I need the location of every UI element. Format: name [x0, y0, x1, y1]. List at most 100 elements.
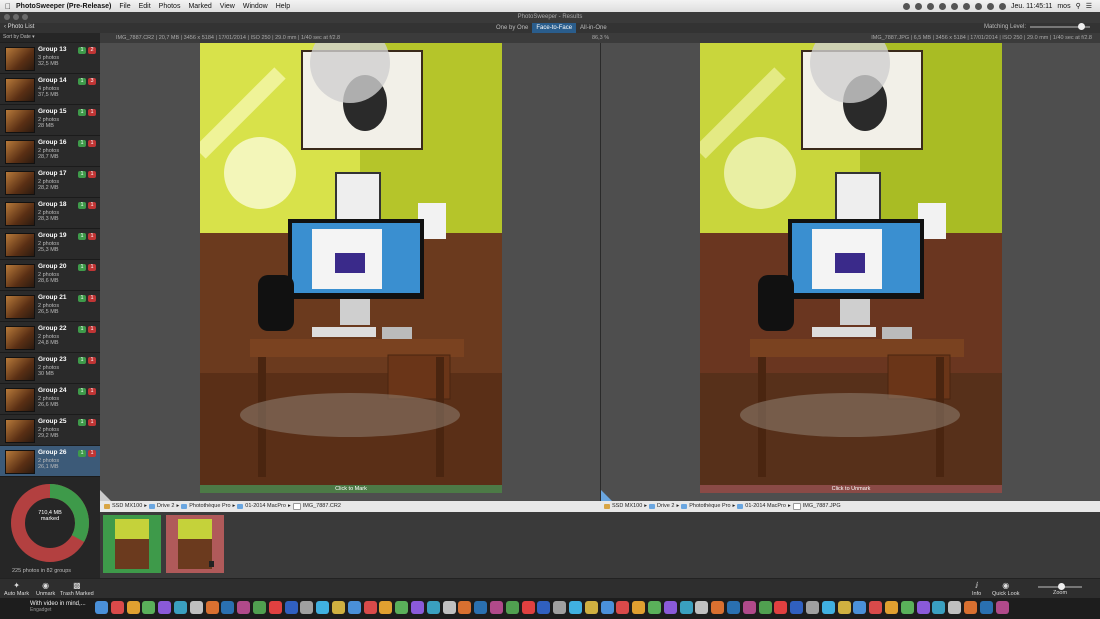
dock-app-icon[interactable] — [110, 601, 124, 614]
dock-app-icon[interactable] — [395, 601, 409, 614]
path-item[interactable]: 01-2014 MacPro — [745, 501, 786, 512]
notification-banner[interactable]: With video in mind,... Engadget — [30, 601, 86, 613]
sort-by-dropdown[interactable]: Sort by Date ▾ — [0, 33, 100, 43]
corner-handle-icon[interactable] — [601, 490, 612, 501]
dock-app-icon[interactable] — [916, 601, 930, 614]
path-item[interactable]: Photothèque Pro — [689, 501, 730, 512]
group-row[interactable]: Group 14 4 photos 37,5 MB 1 3 — [0, 74, 100, 105]
click-to-mark-button[interactable]: Click to Mark — [200, 485, 502, 493]
info-button[interactable]: ⅈ Info — [972, 581, 981, 597]
dock-app-icon[interactable] — [379, 601, 393, 614]
dock-app-icon[interactable] — [474, 601, 488, 614]
zoom-window-button[interactable] — [22, 14, 28, 20]
wifi-icon[interactable] — [974, 2, 982, 10]
click-to-unmark-button[interactable]: Click to Unmark — [700, 485, 1002, 493]
dock-app-icon[interactable] — [600, 601, 614, 614]
photo-list-back-button[interactable]: ‹ Photo List — [4, 24, 34, 30]
dock-app-icon[interactable] — [632, 601, 646, 614]
zoom-slider[interactable] — [1038, 583, 1082, 590]
dock-app-icon[interactable] — [979, 601, 993, 614]
right-photo-pane[interactable]: Click to Unmark — [601, 43, 1100, 501]
menu-photos[interactable]: Photos — [159, 3, 181, 10]
mode-one-by-one[interactable]: One by One — [492, 23, 532, 33]
dock-app-icon[interactable] — [679, 601, 693, 614]
trash-marked-button[interactable]: ▩ Trash Marked — [60, 581, 94, 597]
minimize-window-button[interactable] — [13, 14, 19, 20]
group-row[interactable]: Group 26 2 photos 26,1 MB 1 1 — [0, 446, 100, 477]
group-row[interactable]: Group 21 2 photos 26,5 MB 1 1 — [0, 291, 100, 322]
list-icon[interactable]: ☰ — [1086, 2, 1092, 10]
dock-app-icon[interactable] — [284, 601, 298, 614]
dock-app-icon[interactable] — [268, 601, 282, 614]
slider-knob[interactable] — [1078, 23, 1085, 30]
dock-app-icon[interactable] — [995, 601, 1009, 614]
dock-app-icon[interactable] — [948, 601, 962, 614]
dock-app-icon[interactable] — [332, 601, 345, 614]
dock-app-icon[interactable] — [900, 601, 914, 614]
group-row[interactable]: Group 17 2 photos 28,2 MB 1 1 — [0, 167, 100, 198]
dock-app-icon[interactable] — [616, 601, 630, 614]
dock-app-icon[interactable] — [790, 601, 804, 614]
menu-edit[interactable]: Edit — [139, 3, 151, 10]
filmstrip-thumbnail[interactable] — [166, 515, 224, 573]
dock-app-icon[interactable] — [853, 601, 867, 614]
dock-app-icon[interactable] — [742, 601, 756, 614]
filmstrip-thumbnail[interactable] — [103, 515, 161, 573]
search-icon[interactable]: ⚲ — [1076, 2, 1081, 10]
dock-app-icon[interactable] — [806, 601, 819, 614]
dock-app-icon[interactable] — [347, 601, 361, 614]
dock-app-icon[interactable] — [569, 601, 582, 614]
dock-app-icon[interactable] — [869, 601, 883, 614]
dock-app-icon[interactable] — [553, 601, 567, 614]
dock-app-icon[interactable] — [95, 601, 108, 614]
dock-app-icon[interactable] — [821, 601, 835, 614]
mode-all-in-one[interactable]: All-in-One — [576, 23, 611, 33]
tray-icon[interactable] — [938, 2, 946, 10]
auto-mark-button[interactable]: ✦ Auto Mark — [4, 581, 29, 597]
dock-app-icon[interactable] — [648, 601, 661, 614]
path-item[interactable]: SSD MX100 — [612, 501, 642, 512]
volume-icon[interactable] — [986, 2, 994, 10]
right-photo[interactable]: Click to Unmark — [700, 43, 1002, 493]
dock-app-icon[interactable] — [142, 601, 156, 614]
tray-icon[interactable] — [914, 2, 922, 10]
group-row[interactable]: Group 19 2 photos 25,3 MB 1 1 — [0, 229, 100, 260]
dock-app-icon[interactable] — [537, 601, 551, 614]
corner-handle-icon[interactable] — [100, 490, 111, 501]
dock-app-icon[interactable] — [174, 601, 187, 614]
path-item[interactable]: 01-2014 MacPro — [245, 501, 286, 512]
matching-level-slider[interactable] — [1030, 23, 1090, 30]
dock-app-icon[interactable] — [442, 601, 456, 614]
dock-app-icon[interactable] — [774, 601, 788, 614]
menu-marked[interactable]: Marked — [188, 3, 211, 10]
group-row[interactable]: Group 22 2 photos 24,8 MB 1 1 — [0, 322, 100, 353]
dock-app-icon[interactable] — [221, 601, 235, 614]
dock-app-icon[interactable] — [189, 601, 203, 614]
dock-app-icon[interactable] — [505, 601, 519, 614]
tray-icon[interactable] — [902, 2, 910, 10]
battery-icon[interactable] — [998, 2, 1006, 10]
dock-app-icon[interactable] — [300, 601, 314, 614]
dock-app-icon[interactable] — [458, 601, 472, 614]
dock-app-icon[interactable] — [964, 601, 977, 614]
dock-app-icon[interactable] — [126, 601, 140, 614]
left-photo[interactable]: Click to Mark — [200, 43, 502, 493]
group-row[interactable]: Group 23 2 photos 30 MB 1 1 — [0, 353, 100, 384]
close-window-button[interactable] — [4, 14, 10, 20]
dock-app-icon[interactable] — [205, 601, 219, 614]
dock-app-icon[interactable] — [663, 601, 677, 614]
tray-icon[interactable] — [950, 2, 958, 10]
dock-app-icon[interactable] — [490, 601, 503, 614]
dock-app-icon[interactable] — [727, 601, 740, 614]
unmark-button[interactable]: ◉ Unmark — [36, 581, 55, 597]
group-row[interactable]: Group 15 2 photos 28 MB 1 1 — [0, 105, 100, 136]
group-row[interactable]: Group 24 2 photos 26,6 MB 1 1 — [0, 384, 100, 415]
path-item[interactable]: SSD MX100 — [112, 501, 142, 512]
dock-app-icon[interactable] — [316, 601, 330, 614]
menu-window[interactable]: Window — [243, 3, 268, 10]
dock-app-icon[interactable] — [411, 601, 424, 614]
menu-file[interactable]: File — [119, 3, 130, 10]
dock-app-icon[interactable] — [885, 601, 898, 614]
menu-view[interactable]: View — [220, 3, 235, 10]
app-menu[interactable]: PhotoSweeper (Pre-Release) — [16, 3, 111, 10]
